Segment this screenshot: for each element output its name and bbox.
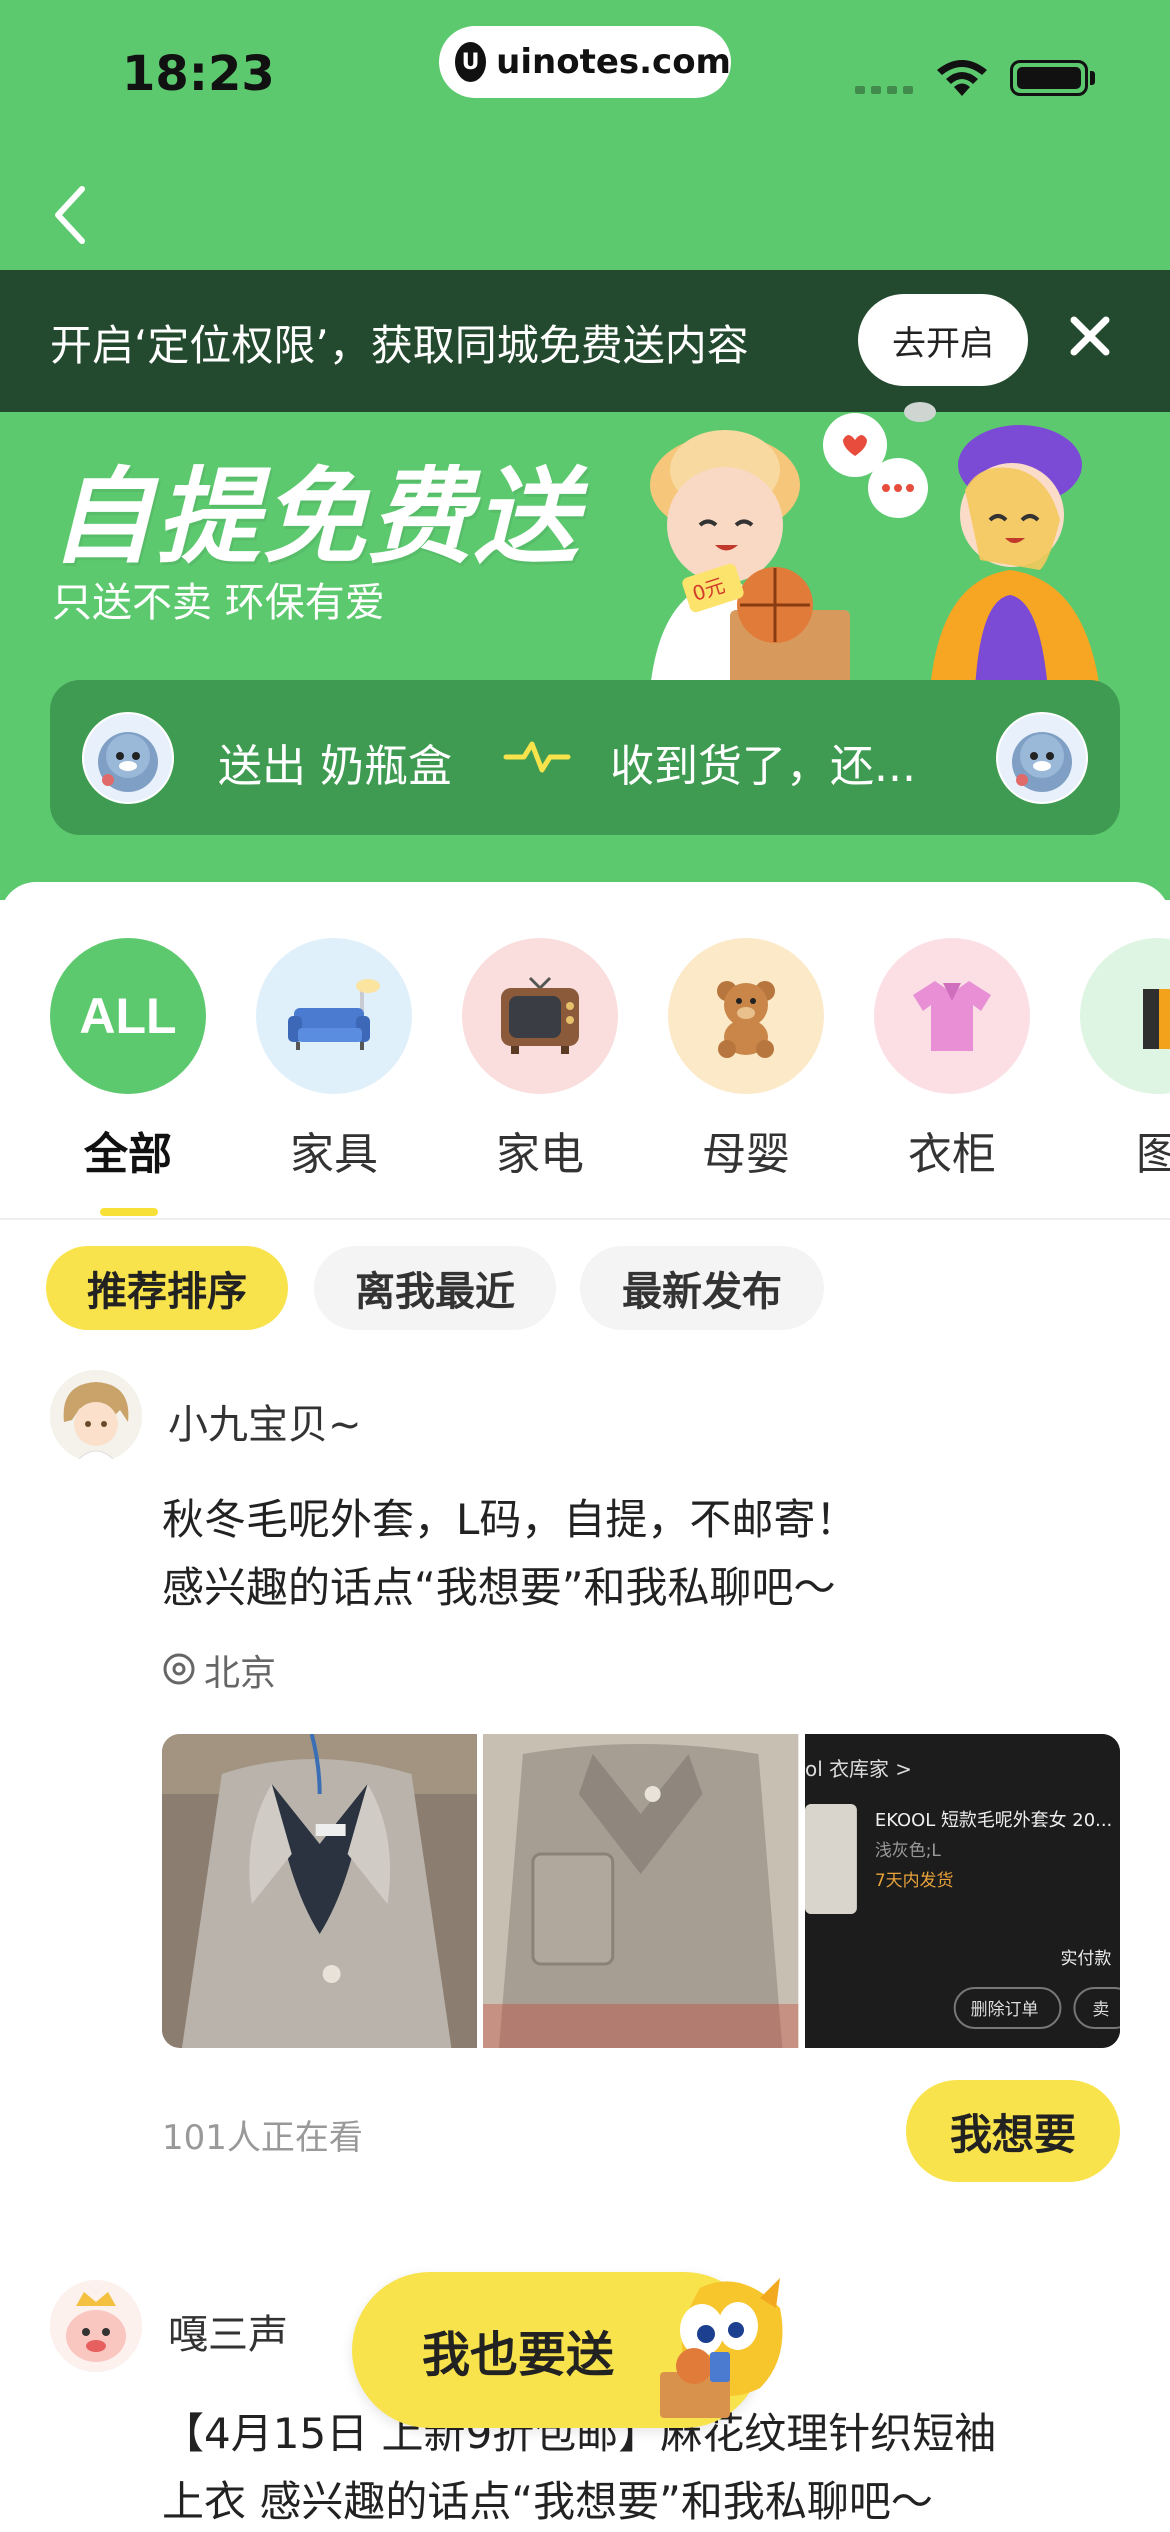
- order-shipping: 7天内发货: [875, 1871, 954, 1891]
- url-text: uinotes.com: [496, 42, 731, 82]
- site-logo-icon: U: [455, 42, 487, 82]
- location-pin-icon: [163, 1653, 195, 1685]
- post-photos: ol 衣库家 > EKOOL 短款毛呢外套女 20... 浅灰色;L 7天内发货…: [162, 1734, 1120, 2048]
- post-location: 北京: [162, 1644, 276, 1696]
- book-icon: [1080, 938, 1170, 1094]
- order-sell: 卖: [1092, 2000, 1109, 2020]
- post-text: 秋冬毛呢外套，L码，自提，不邮寄！ 感兴趣的话点“我想要”和我私聊吧～: [162, 1486, 857, 1622]
- mascot-icon: [660, 2278, 783, 2418]
- seal-avatar-icon: [998, 714, 1086, 802]
- photo-coat-2[interactable]: [483, 1734, 799, 2048]
- category-all[interactable]: ALL 全部: [50, 938, 206, 1178]
- ticker-avatar-right: [996, 712, 1088, 804]
- category-label: 家具: [290, 1129, 378, 1178]
- divider: [0, 1218, 1170, 1220]
- category-label: 衣柜: [908, 1129, 996, 1178]
- post-text-line: 上衣 感兴趣的话点“我想要”和我私聊吧～: [162, 2477, 933, 2526]
- hero-title: 自提免费送: [50, 456, 581, 578]
- hero-illustration: 0元: [650, 402, 1100, 690]
- cellular-signal-icon: [855, 86, 913, 94]
- ticker-left-text: 送出 奶瓶盒: [218, 741, 452, 792]
- order-spec: 浅灰色;L: [875, 1841, 942, 1861]
- active-category-indicator: [100, 1208, 158, 1216]
- tv-icon: [462, 938, 618, 1094]
- battery-tip: [1090, 71, 1095, 85]
- avatar[interactable]: [50, 2280, 142, 2372]
- pulse-arrow-icon: [503, 741, 571, 773]
- close-icon[interactable]: [1064, 310, 1116, 362]
- back-button[interactable]: [40, 175, 100, 255]
- sort-newest[interactable]: 最新发布: [580, 1246, 824, 1330]
- order-screenshot[interactable]: ol 衣库家 > EKOOL 短款毛呢外套女 20... 浅灰色;L 7天内发货…: [804, 1734, 1120, 2048]
- post-text-line: 感兴趣的话点“我想要”和我私聊吧～: [162, 1563, 836, 1612]
- hero-subtitle: 只送不卖 环保有爱: [52, 580, 385, 626]
- sort-nearest[interactable]: 离我最近: [314, 1246, 556, 1330]
- category-furniture[interactable]: 家具: [256, 938, 412, 1178]
- category-label: 家电: [496, 1129, 584, 1178]
- all-icon: ALL: [50, 938, 206, 1094]
- post-text-line: 秋冬毛呢外套，L码，自提，不邮寄！: [162, 1495, 858, 1544]
- order-shop: ol 衣库家 >: [805, 1757, 912, 1781]
- location-banner-text: 开启‘定位权限’，获取同城免费送内容: [50, 321, 749, 370]
- shirt-icon: [874, 938, 1030, 1094]
- photo-coat-1[interactable]: [162, 1734, 478, 2048]
- category-baby[interactable]: 母婴: [668, 938, 824, 1178]
- ticker-right-text: 收到货了，还...: [610, 741, 916, 792]
- seal-avatar-icon: [84, 714, 172, 802]
- battery-icon: [1010, 60, 1088, 96]
- sofa-icon: [256, 938, 412, 1094]
- category-appliances[interactable]: 家电: [462, 938, 618, 1178]
- category-label: 母婴: [702, 1129, 790, 1178]
- order-product: EKOOL 短款毛呢外套女 20...: [875, 1810, 1112, 1831]
- avatar[interactable]: [50, 1370, 142, 1462]
- activity-ticker[interactable]: 送出 奶瓶盒 收到货了，还...: [50, 680, 1120, 835]
- order-paid: 实付款: [1060, 1949, 1111, 1969]
- location-text: 北京: [204, 1653, 277, 1694]
- viewer-count: 101人正在看: [162, 2118, 363, 2158]
- status-bar: 18:23 U uinotes.com: [0, 0, 1170, 140]
- teddy-bear-icon: [668, 938, 824, 1094]
- order-delete: 删除订单: [970, 2000, 1038, 2020]
- ticker-avatar-left: [82, 712, 174, 804]
- enable-location-button[interactable]: 去开启: [858, 294, 1028, 386]
- category-label: 图: [1136, 1129, 1170, 1178]
- status-time: 18:23: [122, 46, 275, 102]
- want-button[interactable]: 我想要: [906, 2080, 1120, 2182]
- category-label: 全部: [84, 1129, 172, 1178]
- category-books[interactable]: 图: [1080, 938, 1170, 1178]
- chevron-left-icon: [55, 186, 85, 244]
- sort-recommended[interactable]: 推荐排序: [46, 1246, 288, 1330]
- url-pill[interactable]: U uinotes.com: [439, 26, 731, 98]
- category-wardrobe[interactable]: 衣柜: [874, 938, 1030, 1178]
- post-username[interactable]: 嘎三声: [168, 2302, 288, 2360]
- post-username[interactable]: 小九宝贝~: [168, 1392, 362, 1450]
- category-bar: ALL 全部 家具 家电 母婴 衣柜 图: [0, 938, 1170, 1178]
- wifi-icon: [937, 60, 987, 96]
